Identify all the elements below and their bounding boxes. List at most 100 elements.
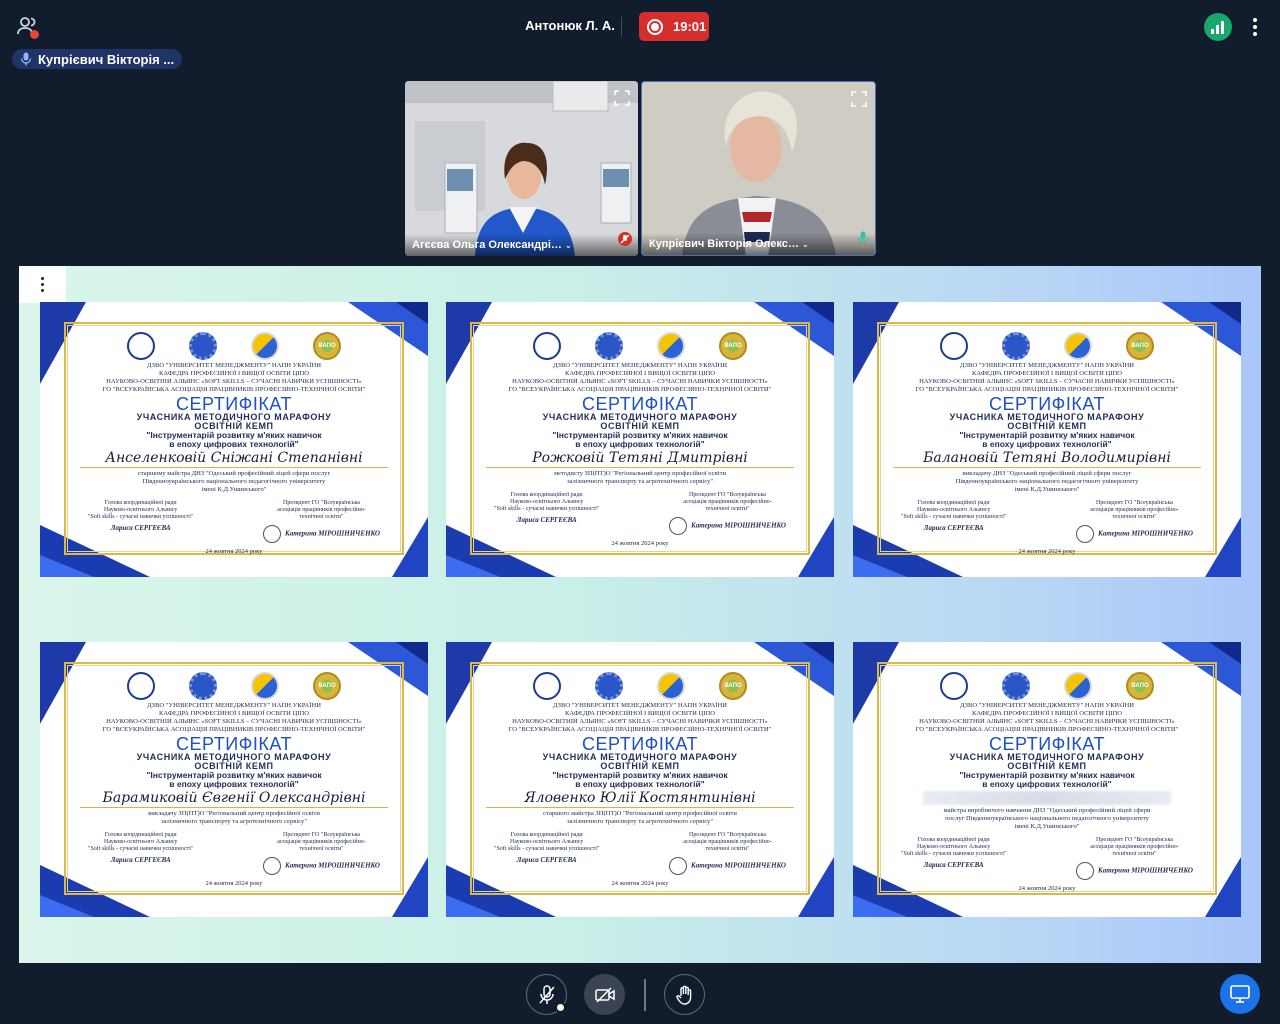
certificate-position: імені К.Д.Ушинського" bbox=[201, 486, 267, 493]
active-speaker-chip[interactable]: Купрієвич Вікторія ... bbox=[12, 49, 182, 69]
signer-role: "Soft skills - сучасні навички успішност… bbox=[88, 846, 194, 852]
certificate-title: СЕРТИФІКАТ bbox=[582, 734, 698, 754]
certificate-org-line: ГО "ВСЕУКРАЇНСЬКА АСОЦІАЦІЯ ПРАЦІВНИКІВ … bbox=[508, 726, 772, 733]
signer-role: Голова координаційної ради bbox=[917, 500, 990, 506]
vapo-logo-icon: ВАПО bbox=[1126, 332, 1154, 360]
certificate-org-line: ДЗВО "УНІВЕРСИТЕТ МЕНЕДЖМЕНТУ" НАПН УКРА… bbox=[553, 362, 727, 369]
certificate-date: 24 жовтня 2024 року bbox=[205, 548, 263, 555]
handshake-logo-icon bbox=[251, 332, 279, 360]
signer-role: технічної освіти" bbox=[705, 506, 750, 512]
certificate-title: СЕРТИФІКАТ bbox=[176, 394, 292, 414]
gear-logo-icon bbox=[595, 332, 623, 360]
handshake-logo-icon bbox=[657, 672, 685, 700]
participant-tile[interactable]: Купрієвич Вікторія Олександ... ⌄ bbox=[641, 81, 876, 256]
signer-role: технічної освіти" bbox=[1112, 851, 1157, 857]
present-screen-icon bbox=[1230, 985, 1250, 1003]
chevron-down-icon[interactable]: ⌄ bbox=[802, 240, 809, 249]
certificate-program: в епоху цифрових технологій" bbox=[575, 779, 705, 789]
certificate-recipient: Яловенко Юлії Костянтинівні bbox=[486, 790, 794, 808]
certificate-position: залізничного транспорту та агротехнічног… bbox=[566, 818, 714, 825]
certificate-recipient: Рожковій Тетяні Дмитрівні bbox=[486, 450, 794, 468]
connection-status-button[interactable] bbox=[1204, 13, 1232, 41]
signer-role: асоціація працівників професійно- bbox=[1090, 507, 1179, 513]
more-vert-icon bbox=[41, 277, 44, 292]
participant-name: Купрієвич Вікторія Олександ... bbox=[649, 238, 799, 250]
certificate-org-line: НАУКОВО-ОСВІТНІЙ АЛЬЯНС «SOFT SKILLS – С… bbox=[919, 718, 1175, 725]
certificate-card: ВАПО ДЗВО "УНІВЕРСИТЕТ МЕНЕДЖМЕНТУ" НАПН … bbox=[446, 302, 834, 577]
certificate-signatures: Голова координаційної ради Науково-освітн… bbox=[883, 500, 1211, 543]
fullscreen-icon[interactable] bbox=[614, 90, 630, 111]
fullscreen-icon[interactable] bbox=[851, 91, 867, 112]
certificate-org-line: ГО "ВСЕУКРАЇНСЬКА АСОЦІАЦІЯ ПРАЦІВНИКІВ … bbox=[508, 386, 772, 393]
microphone-toggle-button[interactable] bbox=[526, 974, 567, 1015]
meeting-host-name: Антонюк Л. А. bbox=[525, 18, 615, 33]
signer-role: Президент ГО "Всеукраїнська bbox=[283, 500, 360, 506]
certificate-position: методисту ЗП(ПТ)О "Регіональний центр пр… bbox=[554, 470, 726, 477]
hand-icon bbox=[675, 985, 691, 1005]
raise-hand-button[interactable] bbox=[664, 974, 705, 1015]
certificate-card: ВАПО ДЗВО "УНІВЕРСИТЕТ МЕНЕДЖМЕНТУ" НАПН … bbox=[853, 302, 1241, 577]
top-divider bbox=[621, 17, 622, 37]
recording-time: 19:01 bbox=[673, 19, 707, 34]
certificate-signatures: Голова координаційної ради Науково-освітн… bbox=[70, 832, 398, 875]
certificate-org-line: КАФЕДРА ПРОФЕСІЙНОЇ І ВИЩОЇ ОСВІТИ ЦІПО bbox=[971, 710, 1123, 717]
signer-right: Президент ГО "Всеукраїнська асоціація пра… bbox=[1075, 500, 1193, 543]
signer-role: Голова координаційної ради bbox=[104, 832, 177, 838]
handshake-logo-icon bbox=[251, 672, 279, 700]
signer-role: "Soft skills - сучасні навички успішност… bbox=[88, 514, 194, 520]
signer-role: "Soft skills - сучасні навички успішност… bbox=[901, 851, 1007, 857]
certificate-position: викладачу ДНЗ "Одеський професійний ліце… bbox=[962, 470, 1132, 477]
participant-tile[interactable]: Агєєва Ольга Олександрівна ⌄ bbox=[405, 81, 638, 256]
active-speaker-name: Купрієвич Вікторія ... bbox=[38, 51, 175, 67]
certificate-title: СЕРТИФІКАТ bbox=[989, 394, 1105, 414]
signer-role: Голова координаційної ради bbox=[104, 500, 177, 506]
certificate-program: в епоху цифрових технологій" bbox=[169, 439, 299, 449]
present-screen-button[interactable] bbox=[1220, 974, 1260, 1014]
participant-video bbox=[405, 81, 638, 256]
more-options-button[interactable] bbox=[1246, 15, 1264, 39]
mic-off-icon bbox=[538, 984, 555, 1004]
signer-name: Катерина МІРОШНИЧЕНКО bbox=[1097, 866, 1193, 875]
signer-role: Президент ГО "Всеукраїнська bbox=[1096, 500, 1173, 506]
signer-role: технічної освіти" bbox=[1112, 514, 1157, 520]
signer-role: Голова координаційної ради bbox=[510, 832, 583, 838]
certificate-logos: ВАПО bbox=[476, 670, 804, 702]
certificate-org-line: ГО "ВСЕУКРАЇНСЬКА АСОЦІАЦІЯ ПРАЦІВНИКІВ … bbox=[102, 386, 366, 393]
signer-role: асоціація працівників професійно- bbox=[683, 839, 772, 845]
certificate-title: СЕРТИФІКАТ bbox=[989, 734, 1105, 754]
certificate-position: старшого майстра ЗП(ПТ)О "Регіональний ц… bbox=[543, 810, 737, 817]
certificate-position: Південноукраїнського національного педаг… bbox=[142, 478, 326, 485]
certificate-position: викладачу ЗП(ПТ)О "Регіональний центр пр… bbox=[148, 810, 320, 817]
gear-logo-icon bbox=[189, 672, 217, 700]
signer-role: Науково-освітнього Альянсу bbox=[510, 499, 584, 505]
certificate-card: ВАПО ДЗВО "УНІВЕРСИТЕТ МЕНЕДЖМЕНТУ" НАПН … bbox=[853, 642, 1241, 917]
signer-right: Президент ГО "Всеукраїнська асоціація пра… bbox=[262, 500, 380, 543]
certificate-org-line: НАУКОВО-ОСВІТНІЙ АЛЬЯНС «SOFT SKILLS – С… bbox=[106, 718, 362, 725]
chevron-down-icon[interactable]: ⌄ bbox=[565, 241, 572, 250]
signer-role: Науково-освітнього Альянсу bbox=[917, 844, 991, 850]
university-logo-icon bbox=[940, 672, 968, 700]
certificate-logos: ВАПО bbox=[476, 330, 804, 362]
signer-left: Голова координаційної ради Науково-освітн… bbox=[494, 832, 599, 875]
certificate-logos: ВАПО bbox=[70, 330, 398, 362]
certificate-date: 24 жовтня 2024 року bbox=[611, 540, 669, 547]
certificate-position: старшому майстра ДНЗ "Одеський професійн… bbox=[137, 470, 331, 477]
certificate-title: СЕРТИФІКАТ bbox=[176, 734, 292, 754]
shared-screen-menu-button[interactable] bbox=[19, 266, 66, 303]
stamp-icon bbox=[262, 525, 281, 543]
signer-role: Президент ГО "Всеукраїнська bbox=[1096, 837, 1173, 843]
signer-role: Науково-освітнього Альянсу bbox=[510, 839, 584, 845]
certificate-org-line: НАУКОВО-ОСВІТНІЙ АЛЬЯНС «SOFT SKILLS – С… bbox=[106, 378, 362, 385]
certificate-org-line: ДЗВО "УНІВЕРСИТЕТ МЕНЕДЖМЕНТУ" НАПН УКРА… bbox=[960, 702, 1134, 709]
certificate-org-line: КАФЕДРА ПРОФЕСІЙНОЇ І ВИЩОЇ ОСВІТИ ЦІПО bbox=[158, 710, 310, 717]
camera-toggle-button[interactable] bbox=[584, 974, 625, 1015]
certificate-signatures: Голова координаційної ради Науково-освітн… bbox=[476, 832, 804, 875]
participant-name: Агєєва Ольга Олександрівна bbox=[412, 239, 562, 251]
participant-video bbox=[642, 82, 875, 255]
signer-role: асоціація працівників професійно- bbox=[1090, 844, 1179, 850]
recording-badge[interactable]: 19:01 bbox=[639, 12, 709, 41]
certificate-signatures: Голова координаційної ради Науково-освітн… bbox=[883, 837, 1211, 880]
certificate-org-line: НАУКОВО-ОСВІТНІЙ АЛЬЯНС «SOFT SKILLS – С… bbox=[512, 378, 768, 385]
certificate-position: Південноукраїнського національного педаг… bbox=[955, 478, 1139, 485]
stamp-icon bbox=[668, 517, 687, 535]
